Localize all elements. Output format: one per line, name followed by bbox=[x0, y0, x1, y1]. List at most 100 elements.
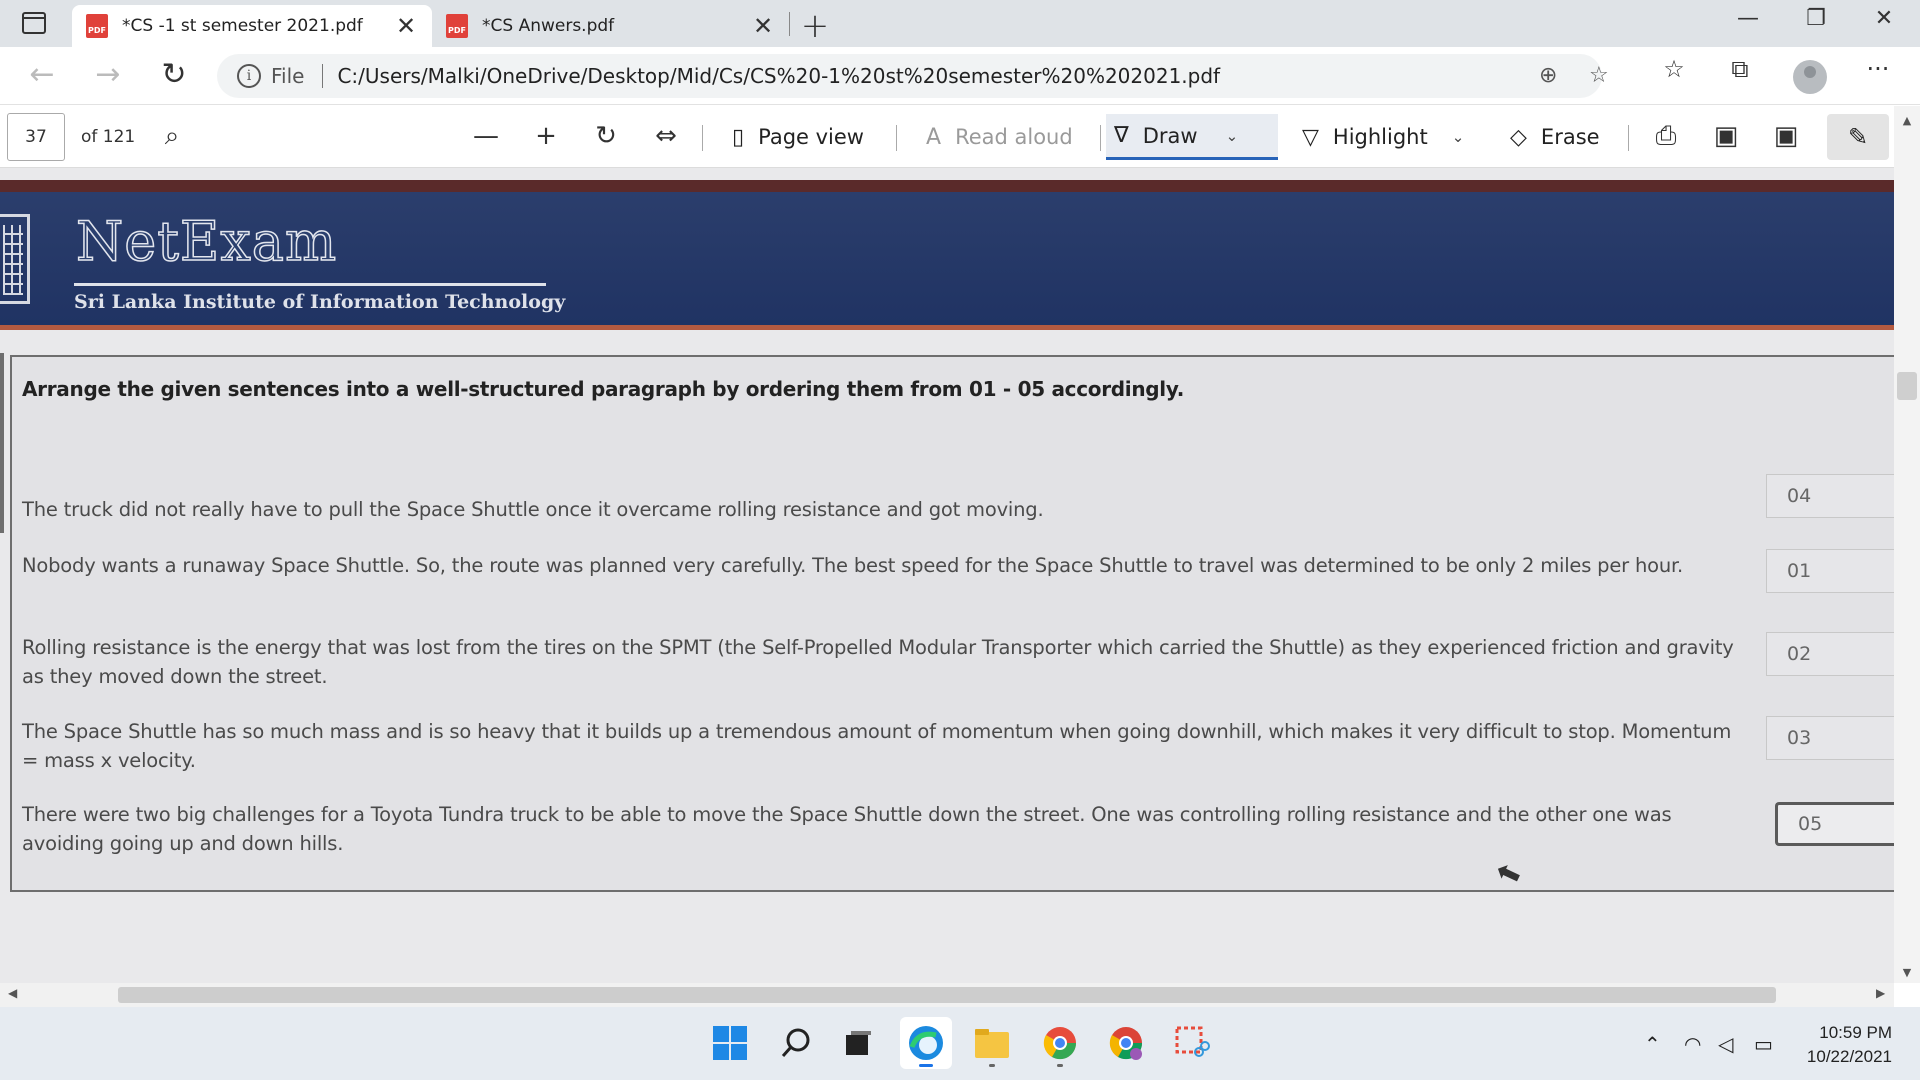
scroll-up-icon[interactable]: ▲ bbox=[1894, 114, 1920, 127]
order-input[interactable]: 01 bbox=[1766, 549, 1894, 593]
maximize-button[interactable]: ❐ bbox=[1796, 6, 1836, 31]
order-input[interactable]: 03 bbox=[1766, 716, 1894, 760]
tab-cs-semester[interactable]: PDF *CS -1 st semester 2021.pdf ✕ bbox=[72, 5, 432, 47]
favorites-icon[interactable]: ☆ bbox=[1654, 55, 1694, 83]
volume-icon[interactable]: ◁ bbox=[1718, 1032, 1733, 1056]
toolbar-divider bbox=[1628, 125, 1629, 151]
windows-logo-icon bbox=[713, 1026, 747, 1060]
save-as-icon[interactable]: ▣ bbox=[1768, 121, 1804, 151]
horizontal-scrollbar[interactable]: ◀ ▶ bbox=[0, 983, 1894, 1007]
sentence-item: Rolling resistance is the energy that wa… bbox=[22, 636, 1734, 688]
rotate-icon[interactable]: ↻ bbox=[588, 121, 624, 151]
scroll-down-icon[interactable]: ▼ bbox=[1894, 966, 1920, 979]
battery-icon[interactable]: ▭ bbox=[1754, 1032, 1773, 1056]
erase-button[interactable]: ◇ Erase bbox=[1502, 114, 1608, 160]
zoom-in-icon[interactable]: + bbox=[528, 121, 564, 151]
order-input[interactable]: 04 bbox=[1766, 474, 1894, 518]
sentence-item: Nobody wants a runaway Space Shuttle. So… bbox=[22, 554, 1684, 577]
pdf-toolbar: 37 of 121 ⌕ — + ↻ ⇔ ▯ Page view A Read a… bbox=[0, 106, 1920, 168]
brand-title: NetExam bbox=[75, 209, 338, 274]
chevron-down-icon[interactable]: ⌄ bbox=[1226, 127, 1239, 145]
start-button[interactable] bbox=[704, 1017, 756, 1069]
page-view-button[interactable]: ▯ Page view bbox=[724, 114, 872, 160]
zoom-out-icon[interactable]: — bbox=[468, 121, 504, 151]
sliit-crest-logo bbox=[0, 214, 30, 304]
edge-taskbar-app[interactable] bbox=[900, 1017, 952, 1069]
scroll-right-icon[interactable]: ▶ bbox=[1876, 986, 1885, 1000]
forward-button[interactable]: → bbox=[88, 57, 128, 92]
tab-actions-icon[interactable] bbox=[22, 12, 46, 34]
pdf-file-icon: PDF bbox=[86, 14, 108, 38]
tab-divider bbox=[789, 12, 790, 36]
scroll-left-icon[interactable]: ◀ bbox=[8, 986, 17, 1000]
wifi-icon[interactable]: ◠ bbox=[1684, 1032, 1701, 1056]
more-options-icon[interactable]: ··· bbox=[1858, 55, 1898, 83]
taskbar-search-button[interactable] bbox=[770, 1017, 822, 1069]
order-input[interactable]: 02 bbox=[1766, 632, 1894, 676]
toolbar-divider bbox=[702, 125, 703, 151]
order-input[interactable]: 05 bbox=[1775, 802, 1894, 846]
close-tab-icon[interactable]: ✕ bbox=[751, 12, 775, 40]
add-favorite-icon[interactable]: ☆ bbox=[1589, 63, 1609, 88]
highlight-label: Highlight bbox=[1332, 125, 1428, 149]
highlight-icon: ▽ bbox=[1302, 124, 1319, 150]
vertical-scrollbar[interactable]: ▲ ▼ bbox=[1894, 106, 1920, 983]
running-indicator bbox=[989, 1064, 995, 1067]
banner-top-strip bbox=[0, 180, 1894, 192]
chrome-icon bbox=[1043, 1027, 1077, 1060]
save-icon[interactable]: ▣ bbox=[1708, 121, 1744, 151]
windows-taskbar: ⌃ ◠ ◁ ▭ 10:59 PM 10/22/2021 bbox=[0, 1007, 1920, 1080]
url-text[interactable]: C:/Users/Malki/OneDrive/Desktop/Mid/Cs/C… bbox=[337, 64, 1220, 88]
new-tab-button[interactable]: + bbox=[800, 6, 830, 46]
info-icon[interactable]: i bbox=[237, 64, 261, 88]
draw-icon: ∇ bbox=[1114, 123, 1129, 148]
collections-icon[interactable]: ⧉ bbox=[1720, 55, 1760, 83]
toolbar-divider bbox=[896, 125, 897, 151]
tab-cs-answers[interactable]: PDF *CS Anwers.pdf ✕ bbox=[432, 5, 789, 47]
task-view-button[interactable] bbox=[832, 1017, 884, 1069]
chrome-canary-taskbar-app[interactable] bbox=[1034, 1017, 1086, 1069]
show-hidden-icons-icon[interactable]: ⌃ bbox=[1644, 1032, 1661, 1056]
vertical-scroll-thumb[interactable] bbox=[1897, 372, 1917, 400]
file-label: File bbox=[271, 64, 305, 88]
window-close-button[interactable]: ✕ bbox=[1864, 6, 1904, 31]
question-instruction: Arrange the given sentences into a well-… bbox=[22, 377, 1185, 401]
profile-avatar[interactable] bbox=[1793, 60, 1827, 94]
close-tab-icon[interactable]: ✕ bbox=[394, 12, 418, 40]
draw-button[interactable]: ∇ Draw ⌄ bbox=[1106, 114, 1278, 160]
pdf-file-icon: PDF bbox=[446, 14, 468, 38]
page-view-icon: ▯ bbox=[732, 124, 745, 150]
system-clock[interactable]: 10:59 PM 10/22/2021 bbox=[1807, 1021, 1892, 1069]
print-icon[interactable]: ⎙ bbox=[1648, 121, 1684, 152]
panel-edge bbox=[0, 353, 4, 533]
pin-toolbar-icon[interactable]: ✎ bbox=[1827, 114, 1889, 160]
task-view-icon bbox=[846, 1031, 871, 1055]
fit-to-width-icon[interactable]: ⇔ bbox=[648, 121, 684, 151]
search-icon[interactable]: ⌕ bbox=[154, 121, 190, 152]
sentence-item: The truck did not really have to pull th… bbox=[22, 498, 1044, 521]
page-number-input[interactable]: 37 bbox=[7, 113, 65, 161]
read-aloud-button[interactable]: A Read aloud bbox=[918, 114, 1081, 160]
horizontal-scroll-thumb[interactable] bbox=[118, 987, 1776, 1003]
chrome-icon bbox=[1109, 1027, 1143, 1060]
draw-label: Draw bbox=[1142, 123, 1198, 148]
file-explorer-taskbar-app[interactable] bbox=[966, 1017, 1018, 1069]
address-bar[interactable]: i File C:/Users/Malki/OneDrive/Desktop/M… bbox=[217, 54, 1609, 98]
zoom-icon[interactable]: ⊕ bbox=[1539, 63, 1557, 88]
erase-icon: ◇ bbox=[1510, 124, 1527, 150]
reload-button[interactable]: ↻ bbox=[154, 57, 194, 92]
erase-label: Erase bbox=[1540, 125, 1600, 149]
sentence-item: The Space Shuttle has so much mass and i… bbox=[22, 720, 1732, 772]
chevron-down-icon[interactable]: ⌄ bbox=[1452, 128, 1465, 146]
brand-subtitle: Sri Lanka Institute of Information Techn… bbox=[74, 291, 566, 313]
snipping-tool-taskbar-app[interactable] bbox=[1166, 1017, 1218, 1069]
read-aloud-icon: A bbox=[926, 124, 942, 150]
highlight-button[interactable]: ▽ Highlight ⌄ bbox=[1294, 114, 1472, 160]
search-icon bbox=[781, 1028, 810, 1057]
minimize-button[interactable]: — bbox=[1728, 6, 1768, 31]
running-indicator bbox=[1057, 1064, 1063, 1067]
back-button[interactable]: ← bbox=[22, 57, 62, 92]
pdf-page: NetExam Sri Lanka Institute of Informati… bbox=[0, 168, 1894, 983]
sentence-item: There were two big challenges for a Toyo… bbox=[22, 803, 1672, 855]
chrome-taskbar-app[interactable] bbox=[1100, 1017, 1152, 1069]
